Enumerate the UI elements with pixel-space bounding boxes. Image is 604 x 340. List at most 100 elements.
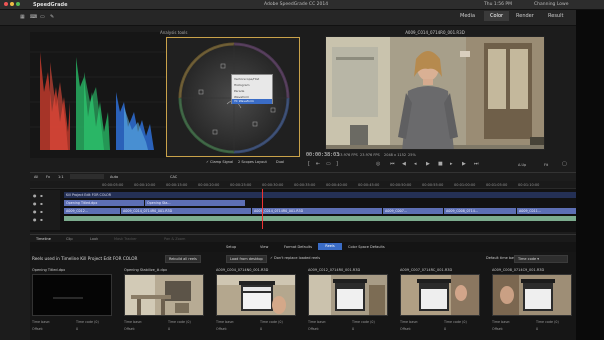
dont-replace-checkbox[interactable]: ✓ Don't replace loaded reels	[270, 256, 320, 260]
user-name[interactable]: Channing Lowe	[534, 2, 568, 7]
reel-thumbnail[interactable]	[308, 274, 388, 316]
track-visibility-icon[interactable]: ●	[33, 218, 37, 222]
viewer-fit[interactable]: Fit	[544, 163, 548, 167]
menu-item-yc-waveform[interactable]: YC Waveform	[232, 99, 272, 104]
fullscreen-icon[interactable]: ▢	[562, 162, 567, 167]
offset-value[interactable]: 0	[444, 327, 446, 331]
zoom-window-icon[interactable]	[16, 2, 20, 6]
playhead[interactable]	[262, 189, 263, 229]
minimize-window-icon[interactable]	[10, 2, 14, 6]
app-menu[interactable]: SpeedGrade	[33, 2, 67, 8]
play-icon[interactable]: ▶	[426, 162, 430, 167]
timeline-zoom-button[interactable]: 1:1	[58, 175, 64, 179]
keyboard-icon[interactable]: ⌨	[30, 14, 37, 20]
tab-look[interactable]: Look	[90, 237, 98, 241]
goto-start-icon[interactable]: ⏮	[390, 162, 395, 167]
step-back-icon[interactable]: ◀	[402, 162, 406, 167]
menu-item-histogram[interactable]: Histogram	[234, 83, 250, 87]
frame-forward-icon[interactable]: ▸	[450, 162, 453, 167]
audio-track[interactable]	[64, 216, 576, 221]
tab-clip[interactable]: Clip	[66, 237, 73, 241]
rebuild-reels-button[interactable]: Rebuild all reels	[165, 255, 201, 263]
viewer-frame[interactable]	[325, 36, 545, 150]
timeline-clip[interactable]: A009_C011...	[517, 208, 576, 214]
viewer-mode[interactable]: A.Up	[518, 163, 526, 167]
timeline-clip[interactable]: A009_C012...	[64, 208, 120, 214]
track-lock-icon[interactable]: ▪	[40, 194, 43, 198]
reel-thumbnail[interactable]	[32, 274, 112, 316]
reel-name: Opening Titled.dpx	[32, 268, 66, 272]
subtab-reels[interactable]: Reels	[318, 243, 342, 250]
mark-in-icon[interactable]: [	[308, 162, 310, 167]
frame-back-icon[interactable]: ◂	[414, 162, 417, 167]
timeline-auto-button[interactable]: Auto	[110, 175, 118, 179]
subtab-color-space-defaults[interactable]: Color Space Defaults	[348, 245, 385, 249]
track-visibility-icon[interactable]: ●	[33, 194, 37, 198]
time-base-value[interactable]: Time code (0)	[76, 320, 99, 324]
timeline-clip[interactable]: A009_C007...	[383, 208, 443, 214]
timeline-clip[interactable]: A009_C014_0714R0_001.R3D	[252, 208, 382, 214]
toggle-icon[interactable]: ▭	[326, 162, 331, 167]
reel-thumbnail[interactable]	[492, 274, 572, 316]
default-time-base-select[interactable]: Time code ▾	[514, 255, 568, 263]
scope-mode-select[interactable]: Dual	[276, 160, 284, 164]
close-window-icon[interactable]	[4, 2, 8, 6]
track-visibility-icon[interactable]: ●	[33, 210, 37, 214]
reel-thumbnail[interactable]	[124, 274, 204, 316]
timeline-clip[interactable]: A009_C008_0714...	[444, 208, 516, 214]
timeline-clip[interactable]: Opening Titled.dpx	[64, 200, 144, 206]
timeline-clip[interactable]: A009_C014_0714R0_001.R3D	[121, 208, 251, 214]
snapshot-icon[interactable]: ◎	[376, 162, 380, 167]
offset-value[interactable]: 0	[536, 327, 538, 331]
offset-value[interactable]: 0	[260, 327, 262, 331]
track-lock-icon[interactable]: ▪	[40, 202, 43, 206]
goto-in-icon[interactable]: ⇤	[316, 162, 320, 167]
timeline-all-button[interactable]: All	[34, 175, 38, 179]
tab-media[interactable]: Media	[460, 13, 475, 19]
timeline-cac-button[interactable]: CAC	[170, 175, 177, 179]
tab-render[interactable]: Render	[516, 13, 534, 19]
step-forward-icon[interactable]: ▶	[462, 162, 466, 167]
load-from-desktop-button[interactable]: Load from desktop	[226, 255, 267, 263]
timeline-ruler[interactable]: 00:00:05:00 00:00:10:00 00:00:15:00 00:0…	[30, 181, 576, 189]
tab-color[interactable]: Color	[484, 11, 510, 21]
folder-icon[interactable]: ▭	[40, 14, 45, 20]
track-lock-icon[interactable]: ▪	[40, 210, 43, 214]
settings-icon[interactable]: ✎	[50, 14, 54, 20]
track-visibility-icon[interactable]: ●	[33, 202, 37, 206]
clip-label: A009_C012...	[66, 209, 88, 213]
time-base-value[interactable]: Time code (0)	[168, 320, 191, 324]
time-base-value[interactable]: Time code (0)	[352, 320, 375, 324]
tab-timeline[interactable]: Timeline	[36, 237, 51, 241]
viewer-timecode[interactable]: 00:00:38:03	[306, 152, 339, 158]
tab-mask-tracker[interactable]: Mask Tracker	[114, 237, 137, 241]
offset-value[interactable]: 0	[76, 327, 78, 331]
offset-value[interactable]: 0	[168, 327, 170, 331]
reel-thumbnail[interactable]	[216, 274, 296, 316]
grid-icon[interactable]: ▦	[20, 14, 25, 20]
track-lock-icon[interactable]: ▪	[40, 218, 43, 222]
menu-item-parade[interactable]: Parade	[234, 89, 244, 93]
subtab-setup[interactable]: Setup	[226, 245, 236, 249]
viewer-zoom[interactable]: 25%	[408, 153, 416, 157]
scope-layout-select[interactable]: 2 Scopes Layout	[238, 160, 267, 164]
timeline-tools[interactable]	[70, 174, 104, 179]
sequence-track[interactable]: Kill Project Edit FOR COLOR	[64, 192, 576, 198]
ruler-tick: 00:01:10:00	[518, 183, 540, 187]
mark-out-icon[interactable]: ]	[336, 162, 338, 167]
time-base-value[interactable]: Time code (0)	[260, 320, 283, 324]
timeline-clip[interactable]: Opening Sta...	[145, 200, 245, 206]
time-base-value[interactable]: Time code (0)	[444, 320, 467, 324]
stop-icon[interactable]: ■	[438, 162, 443, 167]
tab-result[interactable]: Result	[548, 13, 563, 19]
tab-pan-zoom[interactable]: Pan & Zoom	[164, 237, 185, 241]
reel-thumbnail[interactable]	[400, 274, 480, 316]
subtab-view[interactable]: View	[260, 245, 268, 249]
timeline-fx-button[interactable]: Fx	[46, 175, 50, 179]
clamp-signal-checkbox[interactable]: ✓ Clamp Signal	[206, 160, 233, 164]
goto-end-icon[interactable]: ⏭	[474, 162, 479, 167]
time-base-value[interactable]: Time code (0)	[536, 320, 559, 324]
subtab-format-defaults[interactable]: Format Defaults	[284, 245, 312, 249]
menu-item-vectorscope[interactable]: Vectorscope/Hist	[234, 77, 259, 81]
offset-value[interactable]: 0	[352, 327, 354, 331]
